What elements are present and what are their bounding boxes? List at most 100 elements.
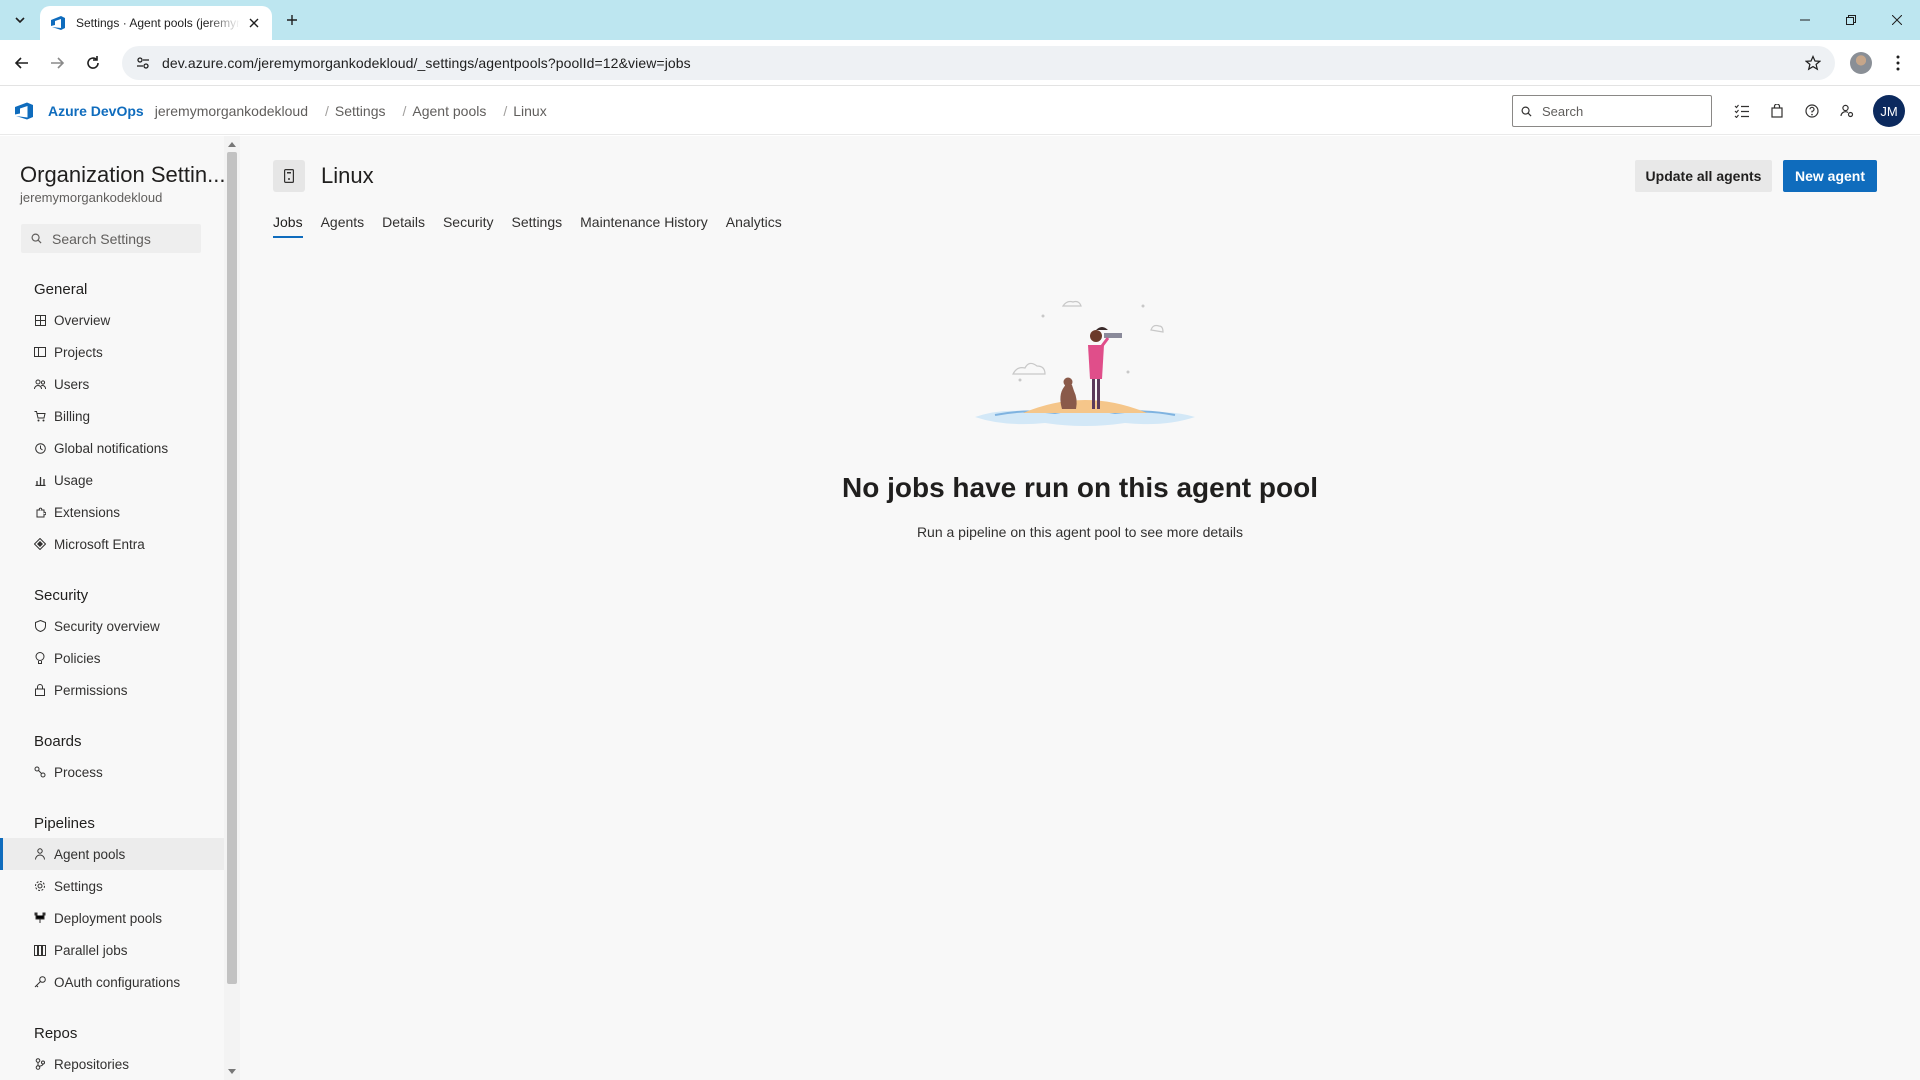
settings-search-input[interactable]: Search Settings: [21, 224, 201, 253]
sidebar-scrollbar-thumb[interactable]: [227, 152, 237, 984]
sidebar-item-permissions[interactable]: Permissions: [0, 674, 224, 706]
header-search-placeholder: Search: [1542, 103, 1584, 119]
usage-icon: [34, 474, 46, 486]
sidebar-item-label: Parallel jobs: [54, 942, 128, 958]
sidebar-item-policies[interactable]: Policies: [0, 642, 224, 674]
arrow-right-icon: [51, 57, 65, 69]
window-close-button[interactable]: [1882, 8, 1912, 32]
sidebar-item-process[interactable]: Process: [0, 756, 224, 788]
azure-devops-favicon-icon: [51, 16, 65, 30]
tab-jobs[interactable]: Jobs: [273, 212, 303, 242]
search-icon: [31, 233, 42, 244]
settings-sidebar: Organization Settin... jeremymorgankodek…: [0, 136, 224, 1080]
breadcrumb-agent-pools[interactable]: Agent pools: [412, 103, 486, 119]
sidebar-item-overview[interactable]: Overview: [0, 304, 224, 336]
overview-icon: [34, 314, 46, 326]
work-items-icon[interactable]: [1730, 99, 1754, 123]
tab-analytics[interactable]: Analytics: [726, 212, 782, 242]
sidebar-item-pipeline-settings[interactable]: Settings: [0, 870, 224, 902]
new-tab-button[interactable]: [282, 10, 302, 30]
new-agent-button[interactable]: New agent: [1783, 160, 1877, 192]
header-search-box[interactable]: Search: [1512, 95, 1712, 127]
projects-icon: [34, 346, 46, 358]
breadcrumb-settings[interactable]: Settings: [335, 103, 386, 119]
notifications-icon: [34, 442, 46, 454]
restore-icon: [1846, 15, 1856, 25]
forward-button[interactable]: [44, 50, 70, 76]
sidebar-section-repos: Repos: [34, 1025, 78, 1042]
sidebar-item-usage[interactable]: Usage: [0, 464, 224, 496]
sidebar-item-deployment-pools[interactable]: Deployment pools: [0, 902, 224, 934]
breadcrumb-linux[interactable]: Linux: [513, 103, 546, 119]
sidebar-item-billing[interactable]: Billing: [0, 400, 224, 432]
sidebar-item-global-notifications[interactable]: Global notifications: [0, 432, 224, 464]
sidebar-subtitle: jeremymorgankodekloud: [20, 190, 163, 205]
sidebar-item-label: Agent pools: [54, 846, 126, 862]
user-settings-icon[interactable]: [1835, 99, 1859, 123]
tab-details[interactable]: Details: [382, 212, 425, 242]
page-title: Linux: [321, 163, 374, 188]
reload-button[interactable]: [80, 50, 106, 76]
ado-header: Azure DevOps jeremymorgankodekloud / Set…: [0, 87, 1920, 135]
breadcrumb-organization[interactable]: jeremymorgankodekloud: [155, 103, 308, 119]
browser-tab-active[interactable]: Settings · Agent pools (jeremymorgankode…: [40, 6, 272, 40]
back-button[interactable]: [9, 50, 35, 76]
site-settings-icon[interactable]: [134, 54, 152, 72]
sidebar-section-boards: Boards: [34, 733, 82, 750]
sidebar-title[interactable]: Organization Settin...: [20, 162, 224, 188]
restore-button[interactable]: [1836, 8, 1866, 32]
address-bar[interactable]: dev.azure.com/jeremymorgankodekloud/_set…: [122, 46, 1835, 80]
sidebar-item-label: Settings: [54, 878, 103, 894]
marketplace-bag-icon[interactable]: [1765, 99, 1789, 123]
browser-menu-icon[interactable]: [1888, 52, 1908, 74]
sidebar-item-extensions[interactable]: Extensions: [0, 496, 224, 528]
close-icon[interactable]: [246, 15, 262, 31]
agent-pools-icon: [34, 848, 46, 860]
repositories-icon: [34, 1058, 46, 1070]
sidebar-item-label: Projects: [54, 344, 103, 360]
minimize-icon: [1800, 19, 1810, 21]
browser-profile-avatar[interactable]: [1850, 52, 1872, 74]
policies-icon: [34, 652, 46, 664]
breadcrumb-separator: /: [325, 102, 329, 119]
sidebar-item-label: Deployment pools: [54, 910, 163, 926]
sidebar-section-security: Security: [34, 587, 89, 604]
chevron-down-icon: [15, 17, 25, 24]
user-avatar[interactable]: JM: [1873, 95, 1905, 127]
oauth-icon: [34, 976, 46, 988]
sidebar-item-parallel-jobs[interactable]: Parallel jobs: [0, 934, 224, 966]
sidebar-item-security-overview[interactable]: Security overview: [0, 610, 224, 642]
breadcrumb-separator: /: [503, 102, 508, 119]
help-icon[interactable]: [1800, 99, 1824, 123]
agent-pool-icon: [273, 160, 305, 192]
scroll-up-icon[interactable]: [228, 140, 236, 148]
sidebar-item-label: Security overview: [54, 618, 160, 634]
ado-brand-link[interactable]: Azure DevOps: [48, 103, 144, 119]
sidebar-item-label: Billing: [54, 408, 91, 424]
tab-settings[interactable]: Settings: [512, 212, 563, 242]
scroll-down-icon[interactable]: [228, 1068, 236, 1076]
tab-security[interactable]: Security: [443, 212, 494, 242]
url-text: dev.azure.com/jeremymorgankodekloud/_set…: [162, 55, 691, 71]
update-all-agents-button[interactable]: Update all agents: [1635, 160, 1772, 192]
shield-icon: [34, 620, 46, 632]
sidebar-item-agent-pools[interactable]: Agent pools: [0, 838, 224, 870]
sidebar-item-microsoft-entra[interactable]: Microsoft Entra: [0, 528, 224, 560]
sidebar-section-general: General: [34, 281, 88, 298]
sidebar-item-users[interactable]: Users: [0, 368, 224, 400]
sidebar-item-projects[interactable]: Projects: [0, 336, 224, 368]
parallel-jobs-icon: [34, 944, 46, 956]
search-icon: [1521, 106, 1532, 117]
deployment-pools-icon: [34, 912, 46, 924]
tab-maintenance-history[interactable]: Maintenance History: [580, 212, 708, 242]
bookmark-star-icon[interactable]: [1803, 53, 1823, 73]
sidebar-item-label: Extensions: [54, 504, 121, 520]
sidebar-item-repositories[interactable]: Repositories: [0, 1048, 224, 1080]
sidebar-item-oauth-configurations[interactable]: OAuth configurations: [0, 966, 224, 998]
minimize-button[interactable]: [1790, 8, 1820, 32]
tab-search-button[interactable]: [8, 8, 32, 32]
tab-agents[interactable]: Agents: [321, 212, 365, 242]
browser-toolbar: dev.azure.com/jeremymorgankodekloud/_set…: [0, 40, 1920, 86]
azure-devops-logo-icon[interactable]: [14, 101, 34, 121]
breadcrumb-separator: /: [402, 102, 407, 119]
